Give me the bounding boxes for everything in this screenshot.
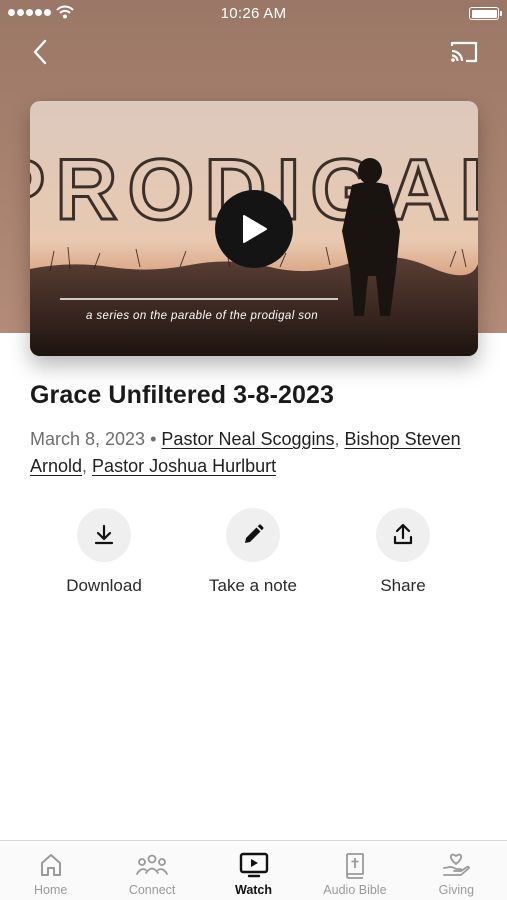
status-time: 10:26 AM — [220, 5, 287, 22]
artwork-tagline: a series on the parable of the prodigal … — [86, 310, 318, 322]
sermon-artwork[interactable]: PRODIGAL a series on the parable of the … — [30, 101, 478, 356]
tab-giving-label: Giving — [438, 883, 475, 897]
tab-giving[interactable]: Giving — [406, 841, 507, 900]
tab-connect[interactable]: Connect — [101, 841, 202, 900]
chevron-left-icon — [33, 39, 47, 65]
tv-play-icon — [239, 852, 268, 878]
play-button[interactable] — [215, 190, 293, 268]
status-bar: 10:26 AM — [0, 0, 507, 28]
cast-icon — [450, 41, 478, 63]
download-label: Download — [66, 576, 142, 595]
speaker-link[interactable]: Pastor Neal Scoggins — [161, 429, 334, 449]
bible-icon — [346, 853, 364, 879]
take-note-button[interactable]: Take a note — [188, 508, 318, 596]
pencil-icon — [245, 524, 264, 543]
tab-bar: Home Connect Watch Audio Bible Giving — [0, 840, 507, 900]
download-button[interactable]: Download — [39, 508, 169, 596]
share-icon — [393, 523, 413, 545]
tab-audio-bible[interactable]: Audio Bible — [304, 841, 405, 900]
heart-hand-icon — [443, 853, 471, 876]
battery-icon — [469, 7, 502, 20]
tab-watch[interactable]: Watch — [203, 841, 304, 900]
tab-watch-label: Watch — [234, 883, 273, 897]
cast-button[interactable] — [447, 36, 481, 68]
home-icon — [40, 854, 61, 876]
share-label: Share — [380, 576, 426, 595]
tab-connect-label: Connect — [128, 883, 176, 897]
people-icon — [136, 854, 169, 875]
play-icon — [243, 215, 267, 243]
sermon-title: Grace Unfiltered 3-8-2023 — [30, 381, 335, 409]
sermon-date: March 8, 2023 — [30, 429, 146, 449]
meta-separator: • — [150, 429, 157, 449]
tab-audio-bible-label: Audio Bible — [323, 883, 387, 897]
share-button[interactable]: Share — [338, 508, 468, 596]
tab-home-label: Home — [34, 883, 68, 897]
back-button[interactable] — [24, 36, 56, 68]
speaker-link[interactable]: Pastor Joshua Hurlburt — [92, 456, 276, 476]
sermon-meta: March 8, 2023 • Pastor Neal Scoggins, Bi… — [30, 429, 461, 476]
download-icon — [94, 524, 114, 545]
tab-home[interactable]: Home — [0, 841, 101, 900]
take-note-label: Take a note — [209, 576, 297, 595]
